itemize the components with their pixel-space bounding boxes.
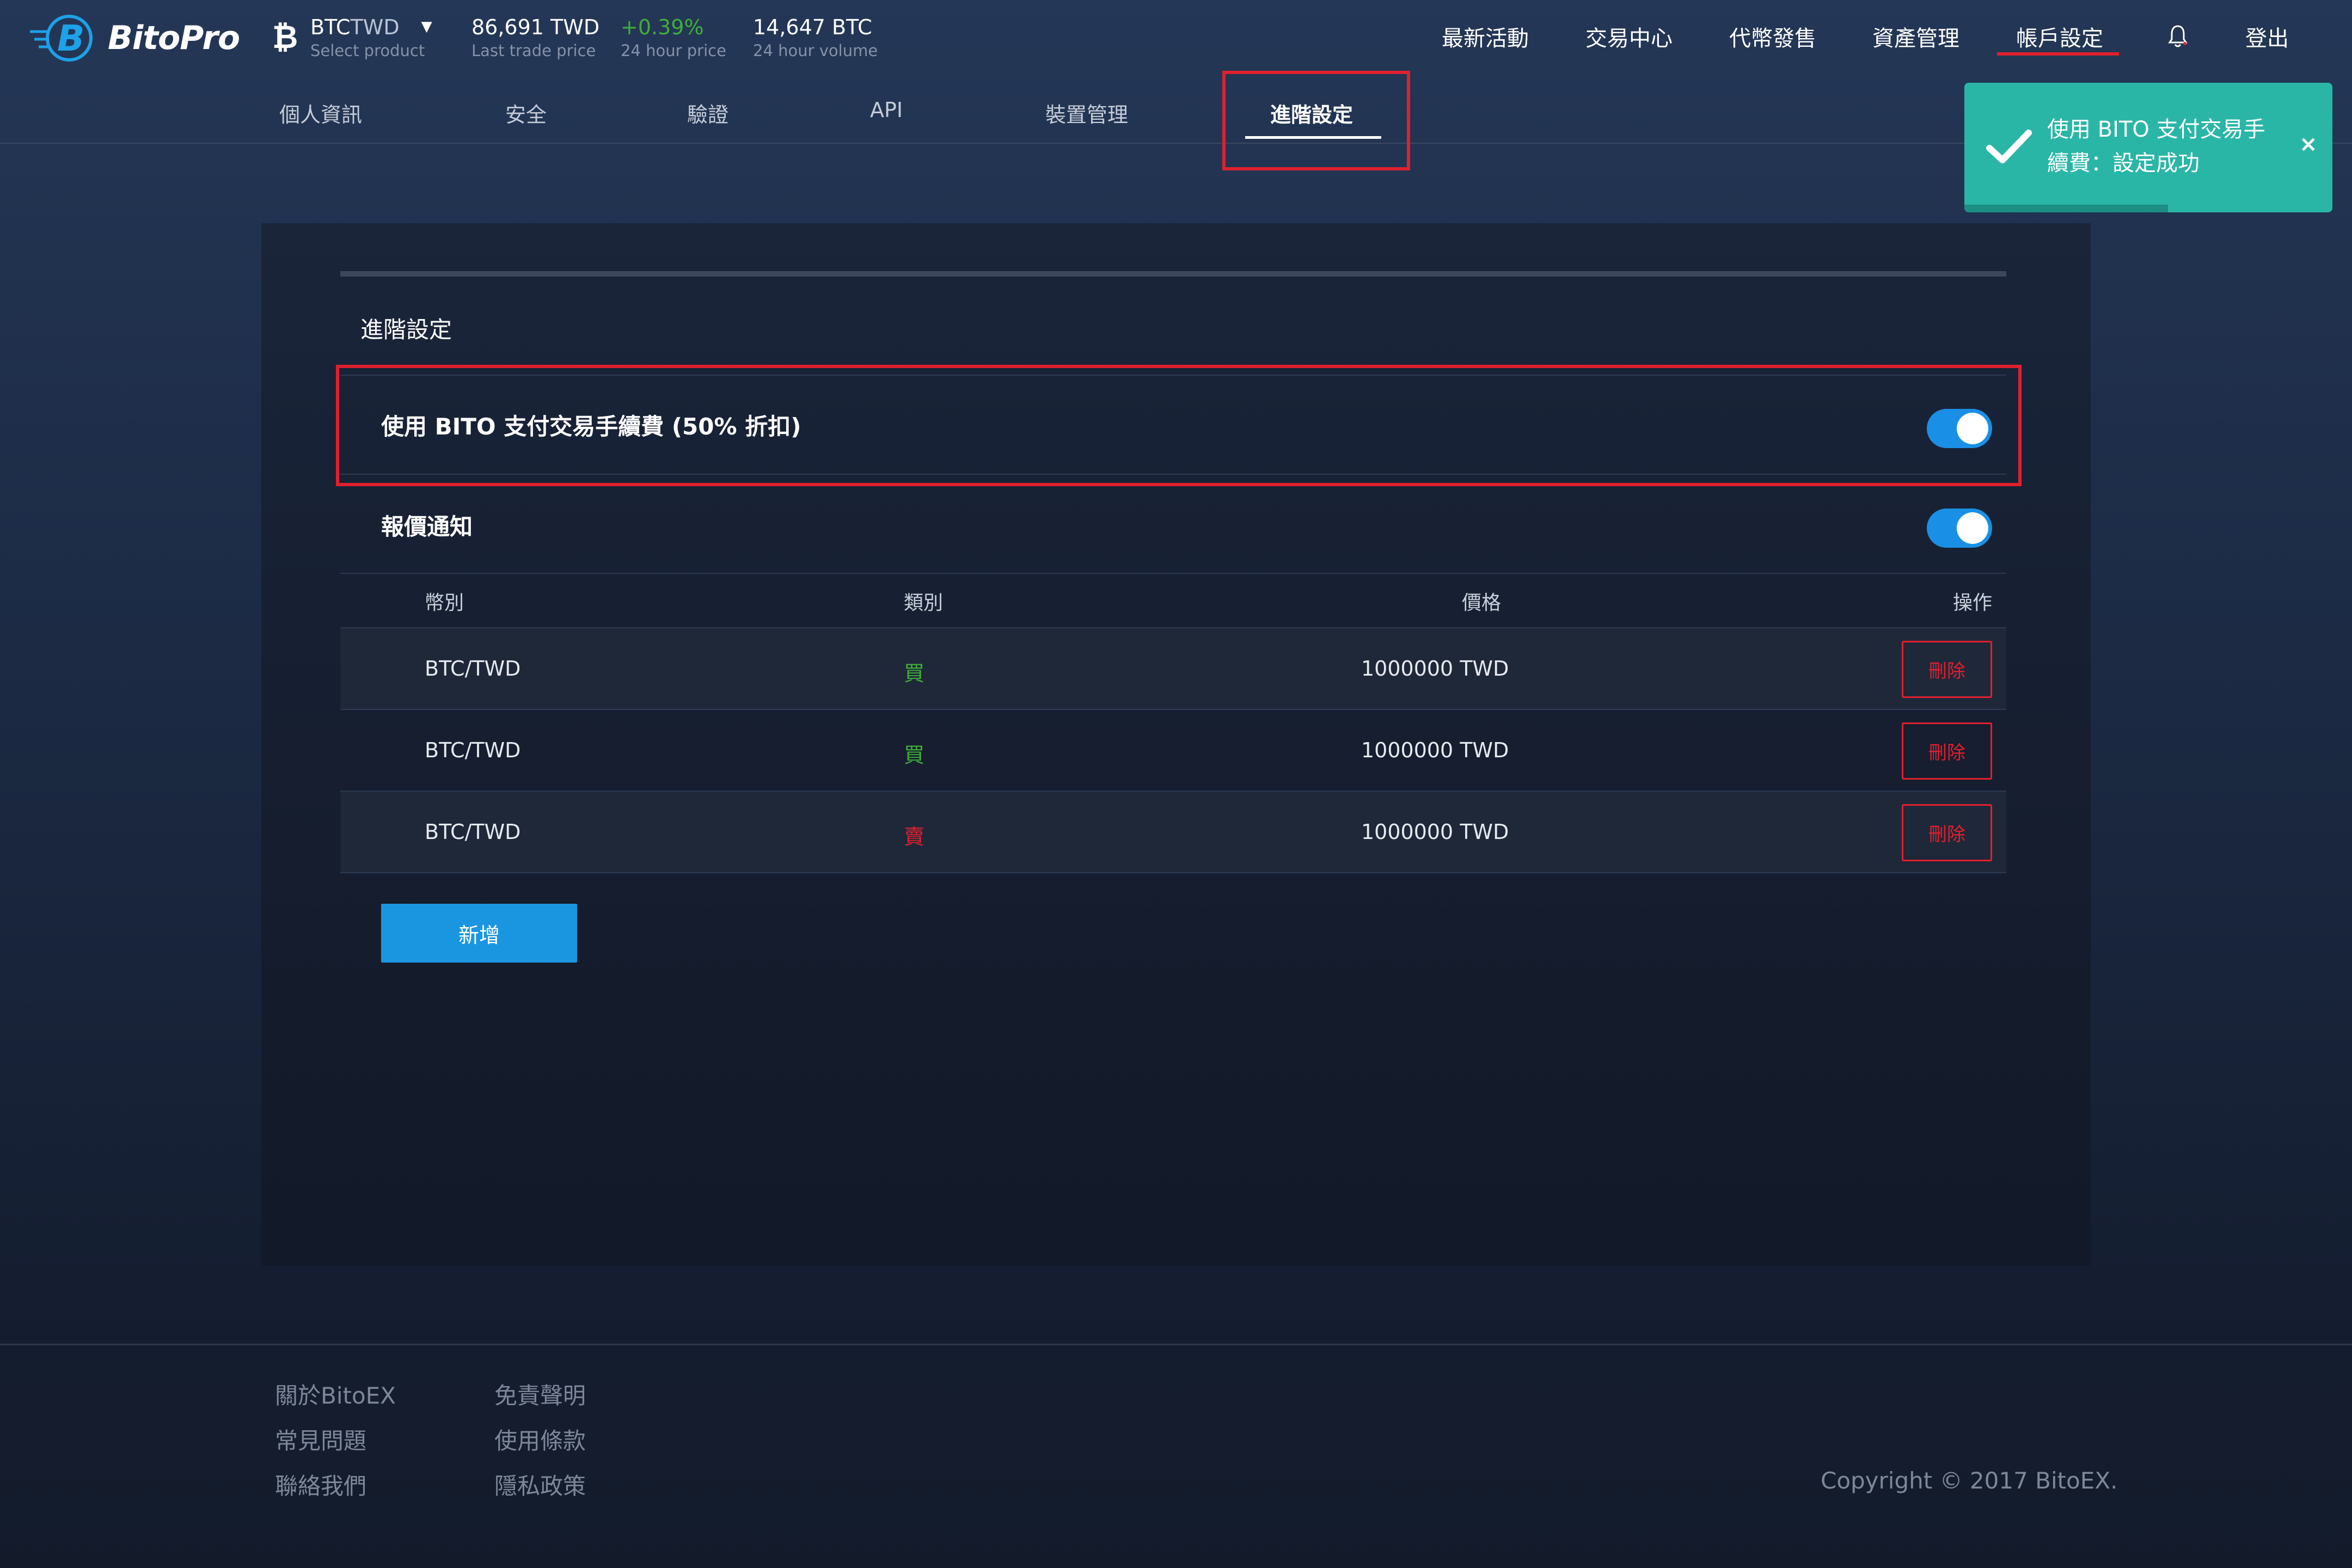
bell-icon[interactable] <box>2167 23 2189 49</box>
column-header-type: 類別 <box>904 592 944 614</box>
price-alert-setting-label: 報價通知 <box>381 513 473 540</box>
close-icon[interactable]: × <box>2299 132 2318 157</box>
logo-mark-icon: B <box>30 15 93 62</box>
tab-api[interactable]: API <box>870 98 903 122</box>
column-header-price: 價格 <box>1462 592 1502 614</box>
cell-side: 賣 <box>904 825 925 849</box>
pair-quote: TWD <box>350 15 400 39</box>
copyright: Copyright © 2017 BitoEX. <box>1821 1467 2118 1494</box>
footer-link-contact[interactable]: 聯絡我們 <box>275 1468 366 1501</box>
logout-link[interactable]: 登出 <box>2245 21 2289 53</box>
cell-price: 1000000 TWD <box>1361 820 1509 844</box>
footer-link-faq[interactable]: 常見問題 <box>275 1423 366 1456</box>
volume-label: 24 hour volume <box>753 41 878 60</box>
panel-top-border <box>340 271 2006 277</box>
tab-security[interactable]: 安全 <box>505 98 547 128</box>
cell-pair: BTC/TWD <box>425 738 521 762</box>
delete-button[interactable]: 刪除 <box>1902 641 1992 698</box>
add-button[interactable]: 新增 <box>381 904 577 963</box>
chevron-down-icon: ▼ <box>421 19 432 35</box>
check-icon <box>1986 130 2032 163</box>
tab-device-management[interactable]: 裝置管理 <box>1045 98 1128 128</box>
nav-item-trade[interactable]: 交易中心 <box>1585 21 1673 53</box>
footer-link-about[interactable]: 關於BitoEX <box>275 1377 396 1411</box>
footer-divider <box>0 1344 2352 1345</box>
tab-verification[interactable]: 驗證 <box>687 98 728 128</box>
nav-item-news[interactable]: 最新活動 <box>1442 21 1529 53</box>
price-alert-toggle[interactable] <box>1927 509 1992 548</box>
footer-link-disclaimer[interactable]: 免責聲明 <box>494 1377 586 1411</box>
table-row: BTC/TWD 買 1000000 TWD 刪除 <box>340 628 2006 710</box>
brand-name: BitoPro <box>108 19 240 57</box>
svg-text:B: B <box>57 17 84 59</box>
cell-side: 買 <box>904 661 925 685</box>
delete-button[interactable]: 刪除 <box>1902 722 1992 780</box>
volume: 14,647 BTC <box>753 15 872 39</box>
nav-item-token-sale[interactable]: 代幣發售 <box>1729 21 1816 53</box>
toggle-knob <box>1957 512 1988 544</box>
success-toast: 使用 BITO 支付交易手續費：設定成功 × <box>1964 83 2332 212</box>
pair-base: BTC <box>310 15 351 39</box>
table-row: BTC/TWD 賣 1000000 TWD 刪除 <box>340 792 2006 873</box>
highlight-box-tab <box>1222 71 1410 170</box>
column-header-action: 操作 <box>1953 592 1993 614</box>
advanced-settings-panel: 進階設定 使用 BITO 支付交易手續費 (50% 折扣) 報價通知 幣別 類別… <box>261 223 2091 1266</box>
cell-pair: BTC/TWD <box>425 657 521 681</box>
section-title: 進階設定 <box>360 316 452 343</box>
last-trade-price-label: Last trade price <box>471 41 596 60</box>
cell-price: 1000000 TWD <box>1361 738 1509 762</box>
footer-link-privacy[interactable]: 隱私政策 <box>494 1468 586 1501</box>
select-product-label: Select product <box>310 41 425 60</box>
table-row: BTC/TWD 買 1000000 TWD 刪除 <box>340 710 2006 792</box>
divider <box>340 573 2006 574</box>
price-change-label: 24 hour price <box>621 41 726 60</box>
product-selector[interactable]: BTCTWD ▼ <box>310 15 432 39</box>
last-trade-price: 86,691 TWD <box>471 15 600 39</box>
footer-link-terms[interactable]: 使用條款 <box>494 1423 586 1456</box>
nav-active-indicator <box>1997 52 2119 56</box>
bitopro-logo[interactable]: B BitoPro <box>30 11 240 65</box>
nav-item-assets[interactable]: 資產管理 <box>1872 21 1959 53</box>
highlight-box-setting <box>336 365 2022 486</box>
column-header-currency: 幣別 <box>425 592 464 614</box>
delete-button[interactable]: 刪除 <box>1902 804 1992 861</box>
tab-profile[interactable]: 個人資訊 <box>279 98 362 128</box>
toast-message: 使用 BITO 支付交易手續費：設定成功 <box>2047 117 2265 176</box>
cell-price: 1000000 TWD <box>1361 657 1509 681</box>
toast-progress-bar <box>1964 205 2168 212</box>
cell-side: 買 <box>904 743 925 767</box>
bitcoin-icon: ₿ <box>272 19 298 56</box>
cell-pair: BTC/TWD <box>425 820 521 844</box>
nav-item-account-settings[interactable]: 帳戶設定 <box>2016 21 2103 53</box>
price-change: +0.39% <box>621 15 704 39</box>
